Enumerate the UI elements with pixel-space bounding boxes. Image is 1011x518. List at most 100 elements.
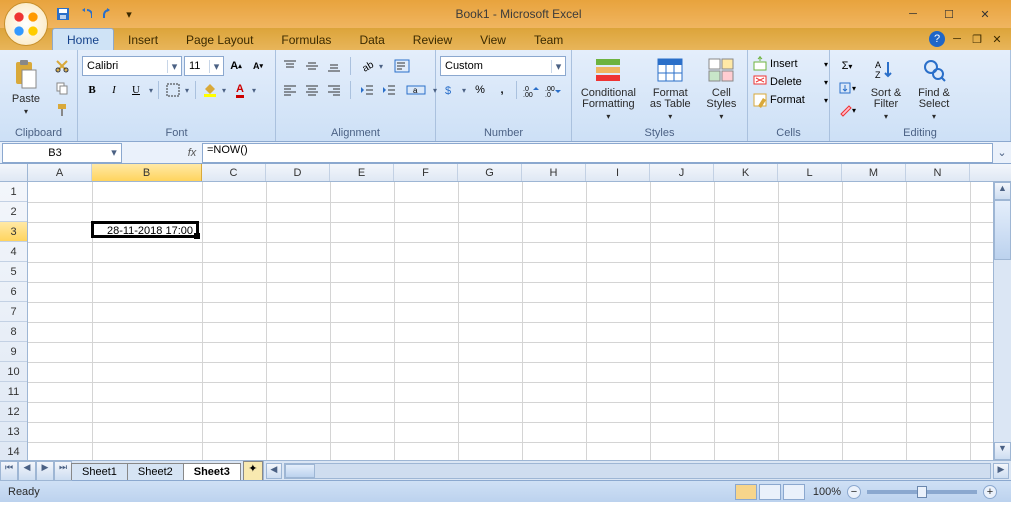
mdi-close-button[interactable]: ✕ [989, 30, 1005, 48]
italic-icon[interactable]: I [104, 80, 124, 100]
format-cells-button[interactable]: Format▾ [752, 92, 828, 108]
tab-home[interactable]: Home [52, 28, 114, 50]
maximize-button[interactable]: ☐ [935, 5, 963, 23]
font-name-combo[interactable]: Calibri▾ [82, 56, 182, 76]
row-header-6[interactable]: 6 [0, 282, 27, 302]
cells-area[interactable]: 28-11-2018 17:00 [28, 182, 993, 460]
row-header-14[interactable]: 14 [0, 442, 27, 460]
formula-bar-expand-icon[interactable]: ⌄ [993, 146, 1011, 159]
horizontal-scrollbar[interactable]: ◀ ▶ [263, 461, 1011, 480]
autosum-icon[interactable]: Σ ▾ [834, 56, 860, 76]
select-all-corner[interactable] [0, 164, 28, 181]
tab-data[interactable]: Data [345, 29, 398, 50]
row-header-3[interactable]: 3 [0, 222, 27, 242]
formula-input[interactable]: =NOW() [202, 143, 993, 163]
vertical-scrollbar[interactable]: ▲ ▼ [993, 182, 1011, 460]
orientation-icon[interactable]: ab [357, 56, 377, 76]
help-icon[interactable]: ? [929, 31, 945, 47]
row-header-10[interactable]: 10 [0, 362, 27, 382]
decrease-indent-icon[interactable] [357, 80, 377, 100]
row-header-4[interactable]: 4 [0, 242, 27, 262]
page-layout-view-button[interactable] [759, 484, 781, 500]
insert-cells-button[interactable]: Insert▾ [752, 56, 828, 72]
align-middle-icon[interactable] [302, 56, 322, 76]
align-left-icon[interactable] [280, 80, 300, 100]
vertical-scroll-thumb[interactable] [994, 200, 1011, 260]
qat-customize-icon[interactable]: ▾ [120, 5, 138, 23]
tab-formulas[interactable]: Formulas [267, 29, 345, 50]
row-header-1[interactable]: 1 [0, 182, 27, 202]
find-select-button[interactable]: Find & Select▾ [912, 52, 956, 122]
wrap-text-icon[interactable] [387, 56, 417, 76]
row-header-5[interactable]: 5 [0, 262, 27, 282]
new-sheet-button[interactable]: ✦ [243, 461, 263, 480]
delete-cells-button[interactable]: Delete▾ [752, 74, 828, 90]
column-header-A[interactable]: A [28, 164, 92, 181]
page-break-view-button[interactable] [783, 484, 805, 500]
tab-page-layout[interactable]: Page Layout [172, 29, 267, 50]
underline-icon[interactable]: U [126, 80, 146, 100]
column-header-I[interactable]: I [586, 164, 650, 181]
cell-styles-button[interactable]: Cell Styles▾ [700, 52, 743, 122]
percent-format-icon[interactable]: % [470, 80, 490, 100]
decrease-decimal-icon[interactable]: .00.0 [543, 80, 563, 100]
column-header-N[interactable]: N [906, 164, 970, 181]
active-cell[interactable]: 28-11-2018 17:00 [91, 221, 199, 238]
mdi-minimize-button[interactable]: ─ [949, 30, 965, 48]
office-button[interactable] [4, 2, 48, 46]
row-header-13[interactable]: 13 [0, 422, 27, 442]
clear-icon[interactable]: ▾ [834, 100, 860, 120]
copy-icon[interactable] [52, 78, 72, 98]
bold-icon[interactable]: B [82, 80, 102, 100]
tab-view[interactable]: View [466, 29, 520, 50]
shrink-font-icon[interactable]: A▾ [248, 56, 268, 76]
column-header-L[interactable]: L [778, 164, 842, 181]
cut-icon[interactable] [52, 56, 72, 76]
zoom-in-button[interactable]: + [983, 485, 997, 499]
last-sheet-button[interactable]: ⏭ [54, 461, 72, 481]
next-sheet-button[interactable]: ▶ [36, 461, 54, 481]
column-header-C[interactable]: C [202, 164, 266, 181]
increase-decimal-icon[interactable]: .0.00 [521, 80, 541, 100]
align-right-icon[interactable] [324, 80, 344, 100]
align-center-icon[interactable] [302, 80, 322, 100]
normal-view-button[interactable] [735, 484, 757, 500]
column-header-H[interactable]: H [522, 164, 586, 181]
row-header-11[interactable]: 11 [0, 382, 27, 402]
row-header-8[interactable]: 8 [0, 322, 27, 342]
sort-filter-button[interactable]: AZ Sort & Filter▾ [864, 52, 908, 122]
row-header-9[interactable]: 9 [0, 342, 27, 362]
format-as-table-button[interactable]: Format as Table▾ [645, 52, 696, 122]
align-top-icon[interactable] [280, 56, 300, 76]
comma-format-icon[interactable]: , [492, 80, 512, 100]
scroll-right-button[interactable]: ▶ [993, 463, 1009, 479]
close-button[interactable]: ✕ [971, 5, 999, 23]
number-format-combo[interactable]: Custom▾ [440, 56, 566, 76]
font-size-combo[interactable]: 11▾ [184, 56, 224, 76]
save-icon[interactable] [54, 5, 72, 23]
mdi-restore-button[interactable]: ❐ [969, 30, 985, 48]
row-header-2[interactable]: 2 [0, 202, 27, 222]
font-color-icon[interactable]: A [230, 80, 250, 100]
format-painter-icon[interactable] [52, 100, 72, 120]
zoom-level[interactable]: 100% [813, 486, 841, 498]
undo-icon[interactable] [76, 5, 94, 23]
zoom-slider-knob[interactable] [917, 486, 927, 498]
minimize-button[interactable]: ─ [899, 5, 927, 23]
align-bottom-icon[interactable] [324, 56, 344, 76]
accounting-format-icon[interactable]: $ [440, 80, 460, 100]
scroll-down-button[interactable]: ▼ [994, 442, 1011, 460]
column-header-J[interactable]: J [650, 164, 714, 181]
column-header-F[interactable]: F [394, 164, 458, 181]
border-icon[interactable] [163, 80, 183, 100]
row-header-12[interactable]: 12 [0, 402, 27, 422]
fx-icon[interactable]: fx [182, 147, 202, 159]
column-header-B[interactable]: B [92, 164, 202, 181]
prev-sheet-button[interactable]: ◀ [18, 461, 36, 481]
grow-font-icon[interactable]: A▴ [226, 56, 246, 76]
fill-handle[interactable] [194, 233, 200, 239]
sheet-tab-sheet2[interactable]: Sheet2 [127, 463, 184, 480]
redo-icon[interactable] [98, 5, 116, 23]
tab-insert[interactable]: Insert [114, 29, 172, 50]
conditional-formatting-button[interactable]: Conditional Formatting▾ [576, 52, 641, 122]
